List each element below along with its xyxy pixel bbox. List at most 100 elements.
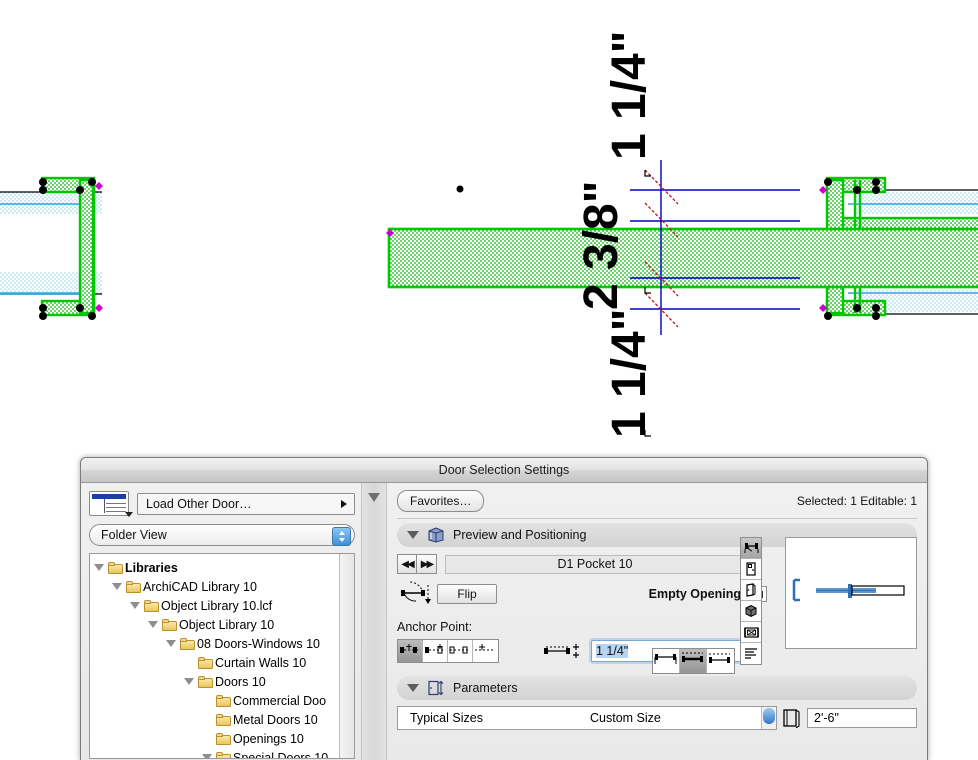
cad-drawing-canvas[interactable]: 1 1/4" 2 3/8" 1 1/4" [0, 0, 978, 470]
dimension-label-middle: 2 3/8" [575, 180, 628, 310]
tree-disclosure-open-icon[interactable] [90, 564, 108, 571]
reveal-side-segmented-control[interactable] [652, 648, 735, 674]
anchor-option-0[interactable] [398, 640, 423, 662]
dialog-title: Door Selection Settings [438, 463, 570, 477]
section-caret-icon[interactable] [407, 531, 419, 539]
folder-icon [180, 637, 195, 650]
tree-disclosure-open-icon[interactable] [162, 640, 180, 647]
parameter-value-cell: Custom Size [590, 711, 661, 725]
chevron-down-icon [125, 512, 133, 517]
list-view-icon[interactable] [89, 491, 133, 517]
folder-icon [216, 713, 231, 726]
list-view-icon-line-2 [106, 507, 126, 508]
caret-down-icon [112, 583, 122, 590]
anchor-option-1[interactable] [423, 640, 448, 662]
reveal-option-0[interactable] [653, 649, 680, 673]
reveal-option-2[interactable] [707, 649, 734, 673]
parameters-scrollbar[interactable] [761, 707, 776, 729]
tree-item[interactable]: Openings 10 [90, 729, 354, 748]
anchor-point-segmented-control[interactable] [397, 639, 499, 663]
tree-item-label: ArchiCAD Library 10 [143, 579, 257, 594]
section-caret-icon[interactable] [407, 684, 419, 692]
tree-item[interactable]: Special Doors 10 [90, 748, 354, 758]
favorites-label: Favorites… [410, 494, 472, 508]
door-swing-icon [397, 580, 431, 608]
object-name-label: D1 Pocket 10 [557, 557, 633, 571]
pane-splitter[interactable] [361, 483, 387, 760]
empty-opening-label: Empty Opening [648, 587, 741, 601]
reveal-option-1[interactable] [680, 649, 707, 673]
prev-arrows-icon[interactable]: ◀◀ [397, 554, 417, 574]
tree-item[interactable]: ArchiCAD Library 10 [90, 577, 354, 596]
stepper-updown-icon[interactable] [332, 527, 351, 546]
door-selection-settings-dialog: Door Selection Settings Load Other Door… [80, 457, 928, 760]
model-view-icon[interactable] [741, 601, 761, 622]
folder-icon [144, 599, 159, 612]
collapse-caret-icon[interactable] [368, 493, 380, 502]
tree-disclosure-open-icon[interactable] [180, 678, 198, 685]
door-width-icon [777, 706, 807, 730]
tree-item[interactable]: 08 Doors-Windows 10 [90, 634, 354, 653]
folder-icon [162, 618, 177, 631]
caret-down-icon [184, 678, 194, 685]
door-width-value[interactable]: 2'-6" [807, 708, 917, 728]
library-browser-pane: Load Other Door… Folder View Libraries Ar… [81, 483, 361, 760]
object-preview[interactable] [785, 537, 917, 649]
door-3d-icon[interactable] [741, 580, 761, 601]
tree-disclosure-open-icon[interactable] [198, 754, 216, 758]
section-title-parameters: Parameters [453, 681, 518, 695]
parameter-name-cell: Typical Sizes [410, 711, 483, 725]
selection-status: Selected: 1 Editable: 1 [796, 494, 917, 508]
tree-disclosure-open-icon[interactable] [126, 602, 144, 609]
caret-down-icon [130, 602, 140, 609]
tree-item-label: Commercial Doo [233, 693, 327, 708]
list-view-icon-line-3 [106, 511, 126, 512]
folder-icon [216, 751, 231, 758]
anchor-option-3[interactable] [473, 640, 498, 662]
folder-icon [198, 675, 213, 688]
dialog-titlebar[interactable]: Door Selection Settings [81, 458, 927, 483]
caret-down-icon [148, 621, 158, 628]
folder-icon [126, 580, 141, 593]
tree-item[interactable]: Commercial Doo [90, 691, 354, 710]
offset-value-text: 1 1/4" [596, 644, 629, 658]
settings-pane: Favorites… Selected: 1 Editable: 1 Previ… [387, 483, 927, 760]
parameters-table[interactable]: Typical Sizes Custom Size [397, 706, 777, 730]
flip-button[interactable]: Flip [437, 584, 497, 604]
tree-item-label: Libraries [125, 560, 178, 575]
tree-disclosure-open-icon[interactable] [108, 583, 126, 590]
tree-item[interactable]: Libraries [90, 558, 354, 577]
library-tree[interactable]: Libraries ArchiCAD Library 10 Object Libra… [89, 553, 355, 759]
section-title-preview-positioning: Preview and Positioning [453, 528, 587, 542]
section-header-parameters[interactable]: Parameters [397, 676, 917, 700]
tree-item[interactable]: Doors 10 [90, 672, 354, 691]
library-tree-scrollbar[interactable] [339, 554, 354, 758]
caret-down-icon [166, 640, 176, 647]
list-detail-icon[interactable] [741, 643, 761, 664]
tree-item-label: Curtain Walls 10 [215, 655, 307, 670]
object-name-field[interactable]: D1 Pocket 10 [445, 554, 745, 574]
tree-item[interactable]: Curtain Walls 10 [90, 653, 354, 672]
tree-item-label: Object Library 10 [179, 617, 275, 632]
plan-view-icon[interactable] [741, 538, 761, 559]
dimension-label-top: 1 1/4" [603, 30, 656, 160]
folder-view-label: Folder View [101, 528, 167, 542]
cad-left-wall [0, 176, 103, 320]
folder-view-select[interactable]: Folder View [89, 524, 355, 546]
tree-item[interactable]: Object Library 10 [90, 615, 354, 634]
tree-item[interactable]: Metal Doors 10 [90, 710, 354, 729]
load-other-door-label: Load Other Door… [146, 496, 252, 511]
tree-disclosure-open-icon[interactable] [144, 621, 162, 628]
tree-item-label: Doors 10 [215, 674, 266, 689]
elevation-view-icon[interactable] [741, 559, 761, 580]
favorites-button[interactable]: Favorites… [397, 490, 485, 512]
folder-icon [216, 694, 231, 707]
tree-item[interactable]: Object Library 10.lcf [90, 596, 354, 615]
view-mode-icon-column[interactable] [740, 537, 762, 665]
library-tree-items: Libraries ArchiCAD Library 10 Object Libra… [90, 554, 354, 758]
load-other-door-button[interactable]: Load Other Door… [137, 492, 355, 515]
anchor-option-2[interactable] [448, 640, 473, 662]
render-filmstrip-icon[interactable] [741, 622, 761, 643]
next-arrows-icon[interactable]: ▶▶ [417, 554, 437, 574]
folder-icon [216, 732, 231, 745]
